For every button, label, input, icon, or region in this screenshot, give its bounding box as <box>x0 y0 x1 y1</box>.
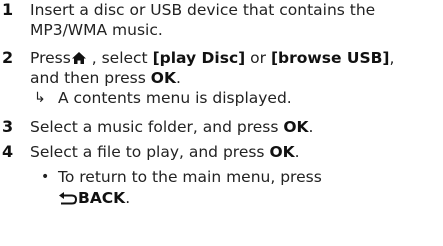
step-1-number: 1 <box>2 0 14 19</box>
option-browse-usb: [browse USB] <box>270 49 390 67</box>
step-4-text: Select a file to play, and press <box>30 143 270 161</box>
step-4-number: 4 <box>2 142 14 161</box>
step-2-result: A contents menu is displayed. <box>58 89 292 107</box>
step-3-ok: OK <box>283 118 309 136</box>
step-2-number: 2 <box>2 48 14 67</box>
back-suffix: . <box>125 189 131 207</box>
bullet-icon: • <box>41 169 50 185</box>
step-2-comma: , <box>389 49 395 67</box>
step-2-after-icon: , select <box>86 49 153 67</box>
step-2-or: or <box>245 49 271 67</box>
step-2-ok: OK <box>150 69 176 87</box>
step-4-bullet-text: To return to the main menu, press <box>58 168 322 186</box>
step-3-line: Select a music folder, and press OK. <box>30 117 313 137</box>
result-arrow-icon: ↳ <box>34 90 46 106</box>
step-3-text: Select a music folder, and press <box>30 118 284 136</box>
step-3-number: 3 <box>2 117 14 136</box>
step-2-line-1: Press , select [play Disc] or [browse US… <box>30 48 394 70</box>
back-icon <box>58 190 78 210</box>
step-3-suffix: . <box>308 118 314 136</box>
step-4-ok: OK <box>269 143 295 161</box>
step-2-line-2: and then press OK. <box>30 68 181 88</box>
back-label: BACK <box>78 189 126 207</box>
step-2-line-2-suffix: . <box>175 69 181 87</box>
option-play-disc: [play Disc] <box>152 49 246 67</box>
step-1-line-2: MP3/WMA music. <box>30 21 163 39</box>
step-4-back-line: BACK. <box>58 188 130 210</box>
step-1-line-1: Insert a disc or USB device that contain… <box>30 1 376 19</box>
home-icon <box>71 50 87 70</box>
step-2-line-2-prefix: and then press <box>30 69 151 87</box>
step-4-line: Select a file to play, and press OK. <box>30 142 300 162</box>
instruction-page: 1 Insert a disc or USB device that conta… <box>0 0 443 246</box>
step-4-suffix: . <box>294 143 300 161</box>
step-2-press: Press <box>30 49 71 67</box>
